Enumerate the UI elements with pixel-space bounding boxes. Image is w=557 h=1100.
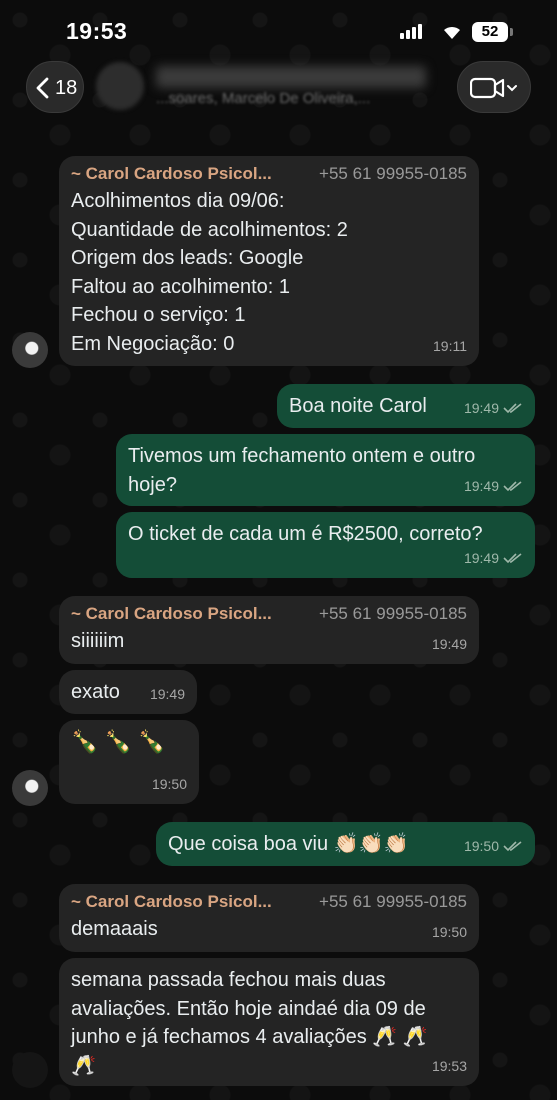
time-text: 19:50 (151, 775, 187, 792)
message-line: Quantidade de acolhimentos: 2 (71, 218, 348, 241)
message-time: 19:50 (432, 918, 467, 947)
message-time: 19:49 (432, 630, 467, 659)
sender-avatar[interactable] (12, 770, 48, 806)
sender-name[interactable]: ~ Carol Cardoso Psicol... (71, 164, 272, 184)
message-bubble-incoming[interactable]: semana passada fechou mais duas avaliaçõ… (59, 958, 479, 1086)
status-bar: 19:53 52 (0, 0, 557, 60)
message-time: 19:49 (464, 544, 523, 573)
sender-name[interactable]: ~ Carol Cardoso Psicol... (71, 892, 272, 912)
battery-cap (510, 28, 513, 36)
time-text: 19:49 (463, 549, 499, 566)
time-text: 19:50 (463, 837, 499, 854)
chevron-left-icon (36, 77, 49, 99)
double-check-icon (503, 553, 522, 563)
message-text: demaaais (71, 918, 158, 940)
double-check-icon (503, 481, 522, 491)
time-text: 19:49 (431, 635, 467, 652)
message-time: 19:49 (464, 472, 523, 501)
sender-phone: +55 61 99955-0185 (319, 164, 467, 183)
sender-name[interactable]: ~ Carol Cardoso Psicol... (71, 604, 272, 624)
message-bubble-incoming[interactable]: exato 19:49 (59, 670, 197, 714)
back-button[interactable]: 18 (26, 61, 84, 113)
sender-phone: +55 61 99955-0185 (319, 892, 467, 911)
message-line: Origem dos leads: Google (71, 247, 304, 269)
sender-phone: +55 61 99955-0185 (319, 604, 467, 623)
time-text: 19:53 (431, 1057, 467, 1074)
message-line: Fechou o serviço: 1 (71, 304, 246, 326)
message-line: junho e já fechamos 4 avaliações 🥂 🥂 (71, 1026, 428, 1048)
message-bubble-incoming[interactable]: 🍾 🍾 🍾 19:50 (59, 720, 199, 804)
group-avatar[interactable] (96, 62, 144, 110)
wifi-icon (444, 26, 460, 39)
status-time: 19:53 (66, 18, 128, 44)
time-text: 19:49 (463, 477, 499, 494)
signal-icon (400, 24, 424, 44)
message-line: Faltou ao acolhimento: 1 (71, 275, 291, 298)
message-bubble-incoming[interactable]: ~ Carol Cardoso Psicol... +55 61 99955-0… (59, 156, 479, 366)
group-members: ...soares, Marcelo De Oliveira,... (156, 90, 371, 107)
message-line: Em Negociação: 0 (71, 332, 235, 355)
double-check-icon (503, 403, 522, 413)
message-time: 19:11 (433, 332, 467, 361)
message-time: 19:50 (152, 770, 187, 799)
message-time: 19:53 (432, 1052, 467, 1081)
time-text: 19:50 (431, 923, 467, 940)
time-text: 19:11 (433, 337, 467, 354)
message-time: 19:49 (464, 394, 523, 423)
video-call-button[interactable] (457, 61, 531, 113)
message-bubble-outgoing[interactable]: O ticket de cada um é R$2500, correto? 1… (116, 512, 535, 578)
message-line: Tivemos um fechamento ontem e outro (128, 445, 476, 467)
sender-avatar[interactable] (12, 1052, 48, 1088)
time-text: 19:49 (463, 399, 499, 416)
unread-count: 18 (55, 77, 78, 99)
message-bubble-incoming[interactable]: ~ Carol Cardoso Psicol... +55 61 99955-0… (59, 884, 479, 952)
video-camera-icon (470, 77, 517, 99)
chat-header: 18 ...soares, Marcelo De Oliveira,... (0, 58, 557, 128)
double-check-icon (503, 841, 522, 851)
message-time: 19:49 (150, 680, 185, 709)
message-line: semana passada fechou mais duas (71, 969, 386, 991)
message-line: 🥂 (71, 1054, 96, 1077)
message-time: 19:50 (464, 832, 523, 861)
champagne-emoji: 🍾 🍾 🍾 (71, 729, 166, 754)
message-bubble-outgoing[interactable]: Que coisa boa viu 👏🏻👏🏻👏🏻 19:50 (156, 822, 535, 866)
sender-avatar[interactable] (12, 332, 48, 368)
message-bubble-outgoing[interactable]: Tivemos um fechamento ontem e outro hoje… (116, 434, 535, 506)
group-title-redacted[interactable] (156, 66, 426, 88)
time-text: 19:49 (149, 685, 185, 702)
message-line: avaliações. Então hoje aindaé dia 09 de (71, 997, 426, 1020)
message-bubble-outgoing[interactable]: Boa noite Carol 19:49 (277, 384, 535, 428)
message-line: Acolhimentos dia 09/06: (71, 190, 285, 212)
battery-icon: 52 (472, 22, 508, 42)
message-bubble-incoming[interactable]: ~ Carol Cardoso Psicol... +55 61 99955-0… (59, 596, 479, 664)
message-text: siiiiiim (71, 630, 125, 652)
